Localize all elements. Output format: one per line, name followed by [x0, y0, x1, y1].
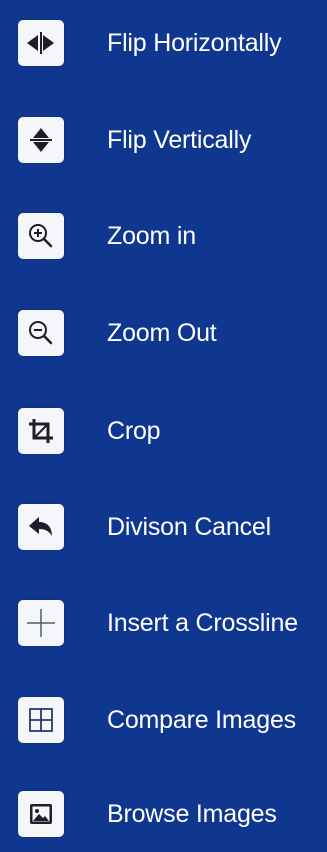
menu-item-flip-horizontally[interactable]: Flip Horizontally [0, 13, 327, 73]
menu-item-label: Compare Images [107, 706, 296, 734]
menu-item-label: Zoom Out [107, 319, 217, 347]
menu-item-zoom-in[interactable]: Zoom in [0, 206, 327, 266]
menu-item-compare-images[interactable]: Compare Images [0, 690, 327, 750]
crop-icon [18, 408, 64, 454]
compare-grid-icon [18, 697, 64, 743]
menu-item-divison-cancel[interactable]: Divison Cancel [0, 497, 327, 557]
crossline-icon [18, 600, 64, 646]
undo-arrow-icon [18, 504, 64, 550]
zoom-out-icon [18, 310, 64, 356]
menu-item-label: Crop [107, 417, 161, 445]
menu-item-label: Zoom in [107, 222, 196, 250]
menu-item-label: Flip Vertically [107, 126, 252, 154]
menu-item-label: Browse Images [107, 800, 277, 828]
menu-item-browse-images[interactable]: Browse Images [0, 784, 327, 844]
zoom-in-icon [18, 213, 64, 259]
menu-item-label: Flip Horizontally [107, 29, 282, 57]
menu-item-insert-crossline[interactable]: Insert a Crossline [0, 593, 327, 653]
flip-horizontal-icon [18, 20, 64, 66]
flip-vertical-icon [18, 117, 64, 163]
menu-item-label: Divison Cancel [107, 513, 271, 541]
tool-menu-panel: Flip Horizontally Flip Vertically Zoom i… [0, 0, 327, 852]
menu-item-label: Insert a Crossline [107, 609, 298, 637]
menu-item-crop[interactable]: Crop [0, 401, 327, 461]
menu-item-zoom-out[interactable]: Zoom Out [0, 303, 327, 363]
image-icon [18, 791, 64, 837]
menu-item-flip-vertically[interactable]: Flip Vertically [0, 110, 327, 170]
